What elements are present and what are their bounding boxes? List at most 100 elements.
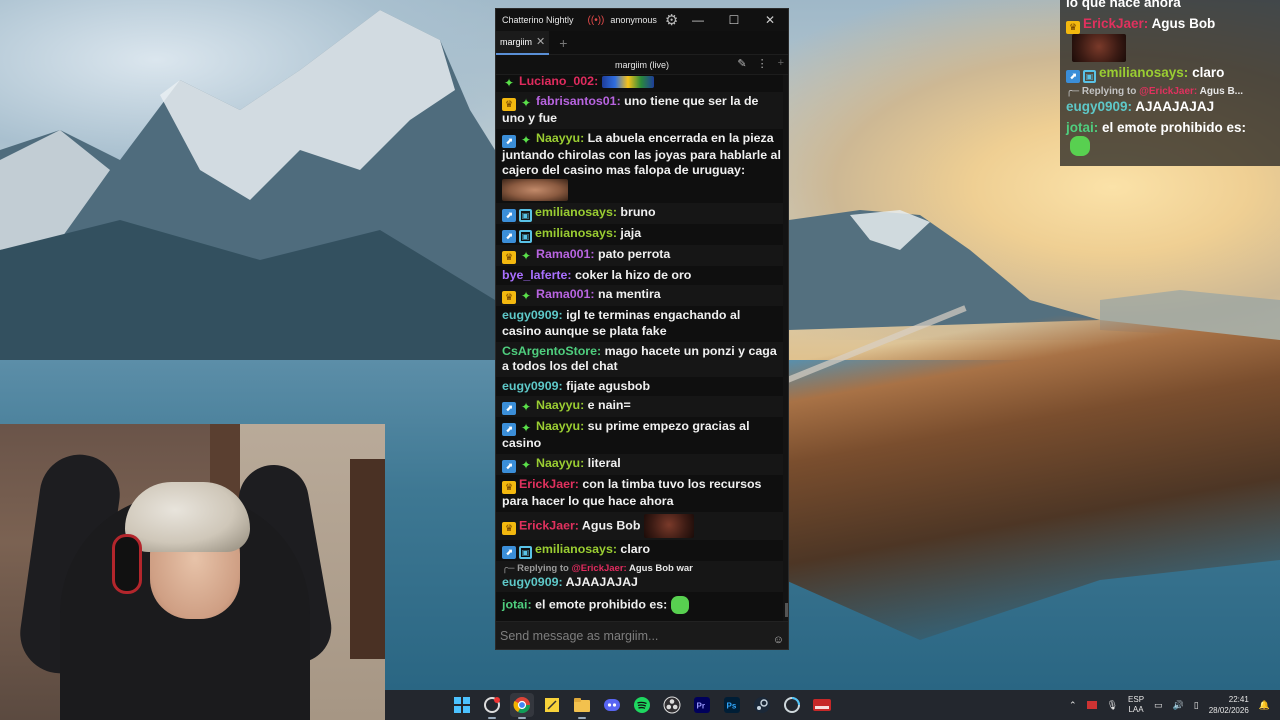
spotify-icon[interactable] bbox=[630, 693, 654, 717]
close-tab-icon[interactable]: ✕ bbox=[536, 35, 545, 48]
prime-drop-icon: ⬈ bbox=[502, 229, 516, 243]
glitch-badge-icon: ▣ bbox=[1083, 70, 1096, 83]
subscriber-crown-icon: ♛ bbox=[502, 98, 516, 111]
volume-icon[interactable]: 🔊 bbox=[1173, 700, 1184, 711]
taskbar: Pr Ps ⌃ 🎙 ESP LAA ▭ 🔊 ▯ 22:41 28/02/2026… bbox=[385, 690, 1280, 720]
scrollbar-thumb[interactable] bbox=[785, 603, 788, 617]
overlay-message: jotai: el emote prohibido es: bbox=[1066, 120, 1247, 135]
moderation-pencil-icon[interactable]: ✎ bbox=[737, 57, 746, 70]
chat-message[interactable]: bye_laferte: coker la hizo de oro bbox=[496, 266, 788, 286]
discord-icon[interactable] bbox=[600, 693, 624, 717]
tray-app-icon[interactable] bbox=[1086, 701, 1097, 709]
star-badge-icon: ✦ bbox=[520, 421, 532, 436]
account-switcher[interactable]: anonymous bbox=[610, 15, 657, 25]
channel-title: margiim (live) bbox=[615, 59, 669, 70]
stream-chat-overlay: lo que hace ahora ♛ ErickJaer: Agus Bob ⬈… bbox=[1060, 0, 1280, 166]
emoji-picker-icon[interactable]: ☺ bbox=[773, 634, 784, 646]
dark-face-emote bbox=[643, 513, 694, 538]
overlay-emote-row bbox=[1060, 136, 1280, 156]
windows-start-icon[interactable] bbox=[450, 693, 474, 717]
prime-drop-icon: ⬈ bbox=[502, 545, 516, 559]
file-explorer-icon[interactable] bbox=[570, 693, 594, 719]
chat-message[interactable]: ⬈ ✦ Naayyu: La abuela encerrada en la piez… bbox=[496, 129, 788, 203]
face-emote bbox=[502, 178, 568, 201]
close-button[interactable]: ✕ bbox=[752, 13, 788, 27]
subscriber-crown-icon: ♛ bbox=[502, 480, 516, 494]
split-tools: ✎ ⋮ + bbox=[737, 57, 784, 70]
subscriber-crown-icon: ♛ bbox=[502, 521, 516, 535]
green-blob-emote bbox=[1070, 136, 1090, 156]
chat-message[interactable]: ⬈ ▣ emilianosays: jaja bbox=[496, 224, 788, 245]
streamer-mode-icon[interactable]: ((•)) bbox=[588, 15, 605, 26]
reply-arrow-icon: ╭─ bbox=[1066, 86, 1080, 97]
sticky-notes-icon[interactable] bbox=[540, 693, 564, 717]
headphones-icon bbox=[112, 534, 142, 594]
chat-message[interactable]: ⬈ ▣ emilianosays: claro bbox=[496, 540, 788, 561]
microphone-icon[interactable]: 🎙 bbox=[1107, 700, 1118, 711]
dark-face-emote bbox=[1072, 34, 1126, 62]
chat-message-reply[interactable]: ╭─ Replying to @ErickJaer: Agus Bob war … bbox=[496, 560, 788, 593]
steam-icon[interactable] bbox=[750, 693, 774, 717]
chat-message[interactable]: ⬈ ✦ Naayyu: e nain= bbox=[496, 396, 788, 418]
chat-message[interactable]: ♛ ✦ Rama001: pato perrota bbox=[496, 244, 788, 266]
taskbar-apps: Pr Ps bbox=[450, 693, 834, 719]
window-titlebar[interactable]: Chatterino Nightly ((•)) anonymous ⚙ — ☐… bbox=[496, 9, 788, 31]
tab-margiim[interactable]: margiim ✕ bbox=[496, 30, 550, 55]
subscriber-crown-icon: ♛ bbox=[502, 291, 516, 305]
tab-label: margiim bbox=[500, 36, 533, 47]
show-hidden-icons-icon[interactable]: ⌃ bbox=[1069, 700, 1077, 711]
prime-drop-icon: ⬈ bbox=[502, 423, 516, 437]
settings-gear-icon[interactable]: ⚙ bbox=[665, 11, 678, 29]
svg-text:Ps: Ps bbox=[727, 702, 737, 711]
add-tab-button[interactable]: + bbox=[559, 35, 567, 51]
split-header[interactable]: margiim (live) ✎ ⋮ + bbox=[496, 55, 788, 75]
app-title: Chatterino Nightly bbox=[502, 15, 574, 25]
more-options-icon[interactable]: ⋮ bbox=[757, 57, 768, 70]
video-app-icon[interactable] bbox=[810, 693, 834, 717]
chat-message[interactable]: ♛ ✦ fabrisantos01: uno tiene que ser la de… bbox=[496, 92, 788, 129]
chat-message[interactable]: jotai: el emote prohibido es: bbox=[496, 592, 788, 616]
add-split-icon[interactable]: + bbox=[778, 57, 784, 70]
battery-icon[interactable]: ▯ bbox=[1194, 700, 1199, 711]
input-placeholder: Send message as margiim... bbox=[500, 629, 659, 643]
overlay-reply-context: ╭─ Replying to @ErickJaer: Agus B... bbox=[1066, 86, 1244, 97]
chat-message[interactable]: ♛ ✦ Rama001: na mentira bbox=[496, 285, 788, 307]
glitch-badge-icon: ▣ bbox=[519, 208, 532, 222]
chat-message[interactable]: ♛ ErickJaer: con la timba tuvo los recurs… bbox=[496, 475, 788, 512]
chat-message[interactable]: ⬈ ✦ Naayyu: literal bbox=[496, 453, 788, 475]
notifications-bell-icon[interactable]: 🔔 bbox=[1259, 700, 1270, 711]
message-input[interactable]: Send message as margiim... ☺ bbox=[496, 621, 788, 649]
chat-message[interactable]: ♛ ErickJaer: Agus Bob bbox=[496, 511, 788, 540]
chrome-icon[interactable] bbox=[510, 693, 534, 719]
browser-icon[interactable] bbox=[780, 693, 804, 717]
obs-icon[interactable] bbox=[660, 693, 684, 717]
star-badge-icon: ✦ bbox=[503, 76, 515, 90]
minimize-button[interactable]: — bbox=[680, 13, 716, 27]
overlay-message: ♛ ErickJaer: Agus Bob bbox=[1060, 15, 1280, 34]
glitch-badge-icon: ▣ bbox=[519, 545, 532, 559]
chat-message[interactable]: ✦ Luciano_002: bbox=[496, 75, 788, 92]
chat-message[interactable]: ⬈ ✦ Naayyu: su prime empezo gracias al cas… bbox=[496, 417, 788, 454]
chat-message[interactable]: eugy0909: fijate agusbob bbox=[496, 377, 788, 397]
overlay-message: eugy0909: AJAAJAJAJ bbox=[1066, 99, 1215, 114]
clock[interactable]: 22:41 28/02/2026 bbox=[1209, 694, 1249, 716]
overlay-message: ⬈ ▣ emilianosays: claro bbox=[1060, 64, 1280, 83]
prime-drop-icon: ⬈ bbox=[502, 134, 516, 148]
maximize-button[interactable]: ☐ bbox=[716, 13, 752, 27]
message-list[interactable]: ✦ Luciano_002: ♛ ✦ fabrisantos01: uno tiene… bbox=[496, 75, 788, 621]
photoshop-icon[interactable]: Ps bbox=[720, 693, 744, 717]
reply-context[interactable]: ╭─ Replying to @ErickJaer: Agus Bob war bbox=[502, 563, 782, 575]
chat-message[interactable]: eugy0909: igl te terminas engachando al … bbox=[496, 306, 788, 341]
overlay-emote-row bbox=[1060, 34, 1280, 62]
premiere-icon[interactable]: Pr bbox=[690, 693, 714, 717]
colorful-emote bbox=[601, 75, 654, 88]
green-blob-emote bbox=[670, 596, 689, 615]
star-badge-icon: ✦ bbox=[520, 400, 532, 415]
network-icon[interactable]: ▭ bbox=[1154, 700, 1163, 711]
chat-message[interactable]: CsArgentoStore: mago hacete un ponzi y c… bbox=[496, 341, 788, 377]
prime-drop-icon: ⬈ bbox=[502, 402, 516, 416]
chatterino-icon[interactable] bbox=[480, 693, 504, 719]
chat-message[interactable]: ⬈ ▣ emilianosays: bruno bbox=[496, 202, 788, 224]
language-indicator[interactable]: ESP LAA bbox=[1128, 695, 1144, 715]
chat-scrollbar[interactable] bbox=[783, 75, 788, 621]
